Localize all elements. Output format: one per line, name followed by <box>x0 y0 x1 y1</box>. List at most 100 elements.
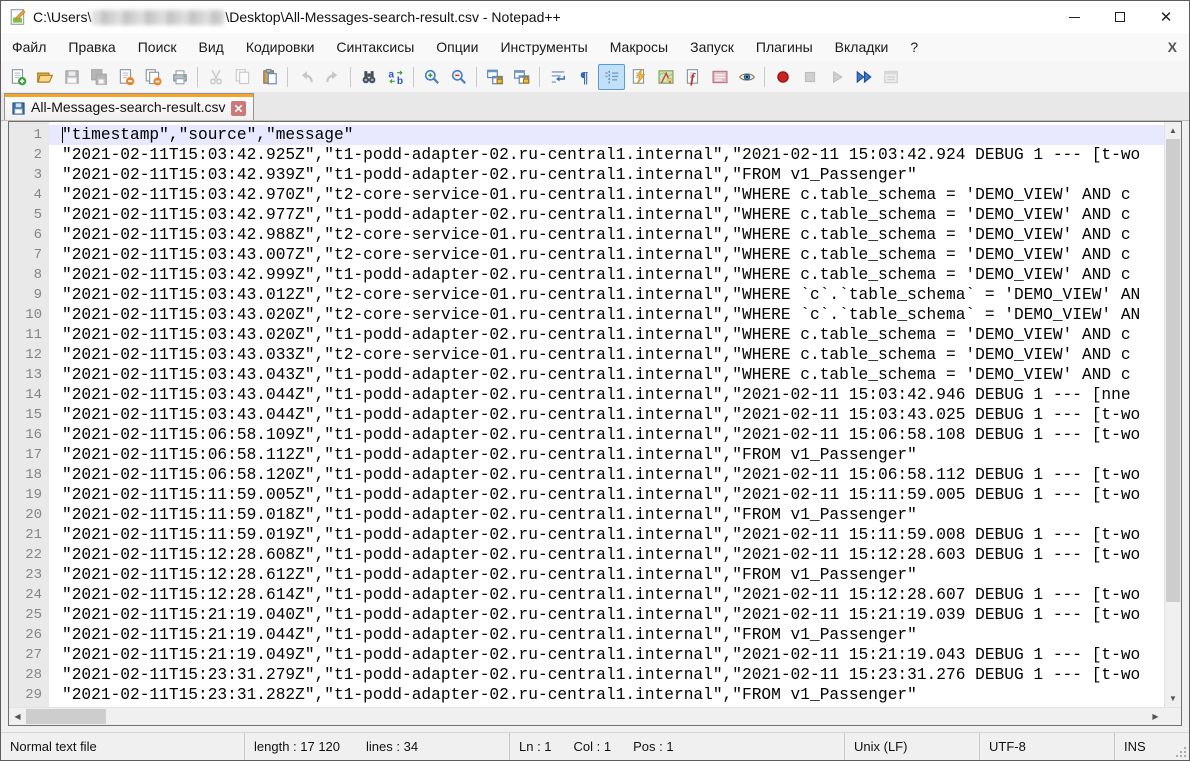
menu-close-document-button[interactable]: X <box>1156 37 1189 57</box>
vertical-scrollbar[interactable]: ▲ ▼ <box>1164 122 1181 707</box>
menu-item-запуск[interactable]: Запуск <box>679 35 745 59</box>
editor-line-29[interactable]: 29"2021-02-11T15:23:31.282Z","t1-podd-ad… <box>9 685 1164 705</box>
editor-line-2[interactable]: 2"2021-02-11T15:03:42.925Z","t1-podd-ada… <box>9 145 1164 165</box>
print-icon[interactable] <box>166 64 193 90</box>
save-all-icon[interactable] <box>85 64 112 90</box>
line-text: "2021-02-11T15:03:42.939Z","t1-podd-adap… <box>49 165 1164 185</box>
new-file-icon[interactable] <box>4 64 31 90</box>
menu-item-макросы[interactable]: Макросы <box>599 35 679 59</box>
cut-icon[interactable] <box>202 64 229 90</box>
editor-line-4[interactable]: 4"2021-02-11T15:03:42.970Z","t2-core-ser… <box>9 185 1164 205</box>
editor-line-19[interactable]: 19"2021-02-11T15:11:59.005Z","t1-podd-ad… <box>9 485 1164 505</box>
horizontal-scrollbar[interactable]: ◀ ▶ <box>9 708 1164 725</box>
close-file-icon[interactable] <box>112 64 139 90</box>
menu-item-?[interactable]: ? <box>899 35 929 59</box>
editor-line-25[interactable]: 25"2021-02-11T15:21:19.040Z","t1-podd-ad… <box>9 605 1164 625</box>
editor-line-12[interactable]: 12"2021-02-11T15:03:43.033Z","t2-core-se… <box>9 345 1164 365</box>
tab-close-button[interactable] <box>231 101 246 116</box>
zoom-in-icon[interactable] <box>418 64 445 90</box>
close-button[interactable]: ✕ <box>1143 1 1189 33</box>
tab-all-messages-search-result[interactable]: All-Messages-search-result.csv <box>4 93 254 120</box>
save-file-icon[interactable] <box>58 64 85 90</box>
editor-line-23[interactable]: 23"2021-02-11T15:12:28.612Z","t1-podd-ad… <box>9 565 1164 585</box>
paste-icon[interactable] <box>256 64 283 90</box>
sync-vertical-scroll-icon[interactable] <box>481 64 508 90</box>
editor-line-22[interactable]: 22"2021-02-11T15:12:28.608Z","t1-podd-ad… <box>9 545 1164 565</box>
copy-icon[interactable] <box>229 64 256 90</box>
editor-line-27[interactable]: 27"2021-02-11T15:21:19.049Z","t1-podd-ad… <box>9 645 1164 665</box>
open-file-icon[interactable] <box>31 64 58 90</box>
vertical-scroll-thumb[interactable] <box>1166 139 1180 602</box>
menu-item-плагины[interactable]: Плагины <box>745 35 824 59</box>
document-list-icon[interactable] <box>706 64 733 90</box>
find-icon[interactable] <box>355 64 382 90</box>
editor-line-16[interactable]: 16"2021-02-11T15:06:58.109Z","t1-podd-ad… <box>9 425 1164 445</box>
editor-line-21[interactable]: 21"2021-02-11T15:11:59.019Z","t1-podd-ad… <box>9 525 1164 545</box>
menu-item-вид[interactable]: Вид <box>188 35 235 59</box>
menu-item-правка[interactable]: Правка <box>57 35 126 59</box>
editor-line-11[interactable]: 11"2021-02-11T15:03:43.020Z","t1-podd-ad… <box>9 325 1164 345</box>
scroll-right-arrow[interactable]: ▶ <box>1147 708 1164 725</box>
document-map-icon[interactable] <box>652 64 679 90</box>
show-indent-guide-icon[interactable] <box>598 64 625 90</box>
editor-line-18[interactable]: 18"2021-02-11T15:06:58.120Z","t1-podd-ad… <box>9 465 1164 485</box>
maximize-button[interactable] <box>1097 1 1143 33</box>
macro-play-icon[interactable] <box>823 64 850 90</box>
editor-line-15[interactable]: 15"2021-02-11T15:03:43.044Z","t1-podd-ad… <box>9 405 1164 425</box>
file-monitoring-icon[interactable] <box>733 64 760 90</box>
editor-line-7[interactable]: 7"2021-02-11T15:03:43.007Z","t2-core-ser… <box>9 245 1164 265</box>
scroll-down-arrow[interactable]: ▼ <box>1165 690 1181 707</box>
resize-grip[interactable] <box>1174 745 1188 759</box>
editor-line-26[interactable]: 26"2021-02-11T15:21:19.044Z","t1-podd-ad… <box>9 625 1164 645</box>
line-number: 2 <box>9 145 49 165</box>
toolbar-separator <box>287 67 288 87</box>
editor-line-8[interactable]: 8"2021-02-11T15:03:42.999Z","t1-podd-ada… <box>9 265 1164 285</box>
macro-save-icon[interactable] <box>877 64 904 90</box>
editor-line-20[interactable]: 20"2021-02-11T15:11:59.018Z","t1-podd-ad… <box>9 505 1164 525</box>
function-list-icon[interactable]: f <box>679 64 706 90</box>
horizontal-scroll-track[interactable] <box>26 708 1147 725</box>
line-text: "2021-02-11T15:06:58.112Z","t1-podd-adap… <box>49 445 1164 465</box>
editor-line-10[interactable]: 10"2021-02-11T15:03:43.020Z","t2-core-se… <box>9 305 1164 325</box>
macro-run-multiple-icon[interactable] <box>850 64 877 90</box>
menu-item-инструменты[interactable]: Инструменты <box>489 35 598 59</box>
horizontal-scroll-thumb[interactable] <box>26 709 106 724</box>
editor-line-17[interactable]: 17"2021-02-11T15:06:58.112Z","t1-podd-ad… <box>9 445 1164 465</box>
status-doc-type: Normal text file <box>1 733 244 760</box>
scroll-left-arrow[interactable]: ◀ <box>9 708 26 725</box>
editor-line-1[interactable]: 1"timestamp","source","message" <box>9 125 1164 145</box>
macro-record-icon[interactable] <box>769 64 796 90</box>
menu-item-синтаксисы[interactable]: Синтаксисы <box>325 35 425 59</box>
menu-item-вкладки[interactable]: Вкладки <box>824 35 900 59</box>
undo-icon[interactable] <box>292 64 319 90</box>
menu-item-поиск[interactable]: Поиск <box>127 35 188 59</box>
word-wrap-icon[interactable] <box>544 64 571 90</box>
editor-text-area[interactable]: 1"timestamp","source","message"2"2021-02… <box>9 122 1164 707</box>
editor-line-6[interactable]: 6"2021-02-11T15:03:42.988Z","t2-core-ser… <box>9 225 1164 245</box>
macro-stop-icon[interactable] <box>796 64 823 90</box>
line-text: "2021-02-11T15:06:58.109Z","t1-podd-adap… <box>49 425 1164 445</box>
editor-line-28[interactable]: 28"2021-02-11T15:23:31.279Z","t1-podd-ad… <box>9 665 1164 685</box>
user-defined-language-icon[interactable] <box>625 64 652 90</box>
replace-icon[interactable]: ab <box>382 64 409 90</box>
minimize-button[interactable] <box>1051 1 1097 33</box>
line-number: 18 <box>9 465 49 485</box>
editor-line-24[interactable]: 24"2021-02-11T15:12:28.614Z","t1-podd-ad… <box>9 585 1164 605</box>
menu-item-опции[interactable]: Опции <box>425 35 489 59</box>
editor-line-3[interactable]: 3"2021-02-11T15:03:42.939Z","t1-podd-ada… <box>9 165 1164 185</box>
redo-icon[interactable] <box>319 64 346 90</box>
sync-horizontal-scroll-icon[interactable] <box>508 64 535 90</box>
vertical-scroll-track[interactable] <box>1165 139 1181 690</box>
line-number: 20 <box>9 505 49 525</box>
show-all-characters-icon[interactable]: ¶ <box>571 64 598 90</box>
editor-line-13[interactable]: 13"2021-02-11T15:03:43.043Z","t1-podd-ad… <box>9 365 1164 385</box>
toolbar-separator <box>476 67 477 87</box>
menu-item-файл[interactable]: Файл <box>1 35 57 59</box>
close-all-files-icon[interactable] <box>139 64 166 90</box>
zoom-out-icon[interactable] <box>445 64 472 90</box>
editor-line-9[interactable]: 9"2021-02-11T15:03:43.012Z","t2-core-ser… <box>9 285 1164 305</box>
scroll-up-arrow[interactable]: ▲ <box>1165 122 1181 139</box>
editor-line-5[interactable]: 5"2021-02-11T15:03:42.977Z","t1-podd-ada… <box>9 205 1164 225</box>
editor-line-14[interactable]: 14"2021-02-11T15:03:43.044Z","t1-podd-ad… <box>9 385 1164 405</box>
menu-item-кодировки[interactable]: Кодировки <box>235 35 326 59</box>
